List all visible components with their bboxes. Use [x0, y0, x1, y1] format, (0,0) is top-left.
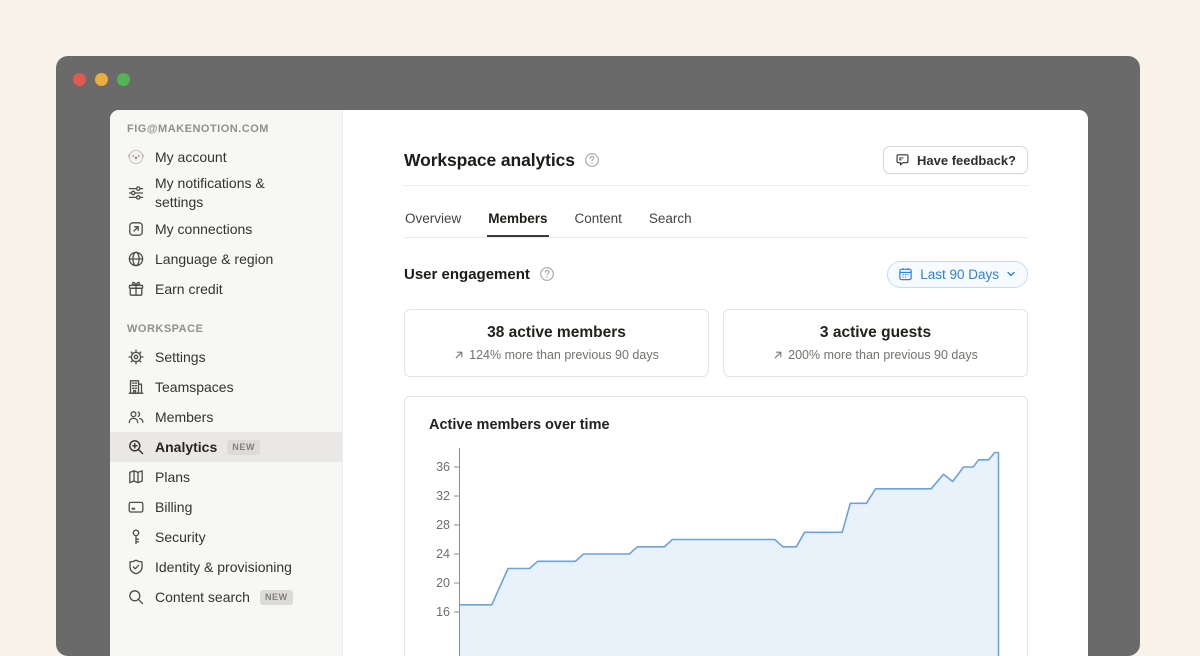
- sidebar-item-analytics[interactable]: Analytics NEW: [110, 432, 342, 462]
- stat-delta: 200% more than previous 90 days: [773, 348, 978, 362]
- sidebar-item-label: Plans: [155, 468, 190, 487]
- have-feedback-button[interactable]: Have feedback?: [883, 146, 1028, 174]
- shield-check-icon: [127, 558, 145, 576]
- koala-avatar-icon: [127, 148, 145, 166]
- tab-content[interactable]: Content: [574, 200, 623, 237]
- arrow-up-right-box-icon: [127, 220, 145, 238]
- sidebar-item-plans[interactable]: Plans: [110, 462, 342, 492]
- section-title: User engagement: [404, 266, 530, 283]
- stat-value: 38 active members: [487, 324, 626, 342]
- stat-delta-text: 200% more than previous 90 days: [788, 348, 978, 362]
- sidebar-item-earn-credit[interactable]: Earn credit: [110, 274, 342, 304]
- workspace-section-header: WORKSPACE: [110, 322, 342, 342]
- tab-search[interactable]: Search: [648, 200, 693, 237]
- analytics-main: Workspace analytics Have feedback? Overv…: [343, 110, 1088, 656]
- sidebar-item-label: My account: [155, 148, 227, 167]
- account-email-header: FIG@MAKENOTION.COM: [110, 122, 342, 142]
- date-range-label: Last 90 Days: [920, 267, 999, 282]
- sidebar-item-content-search[interactable]: Content search NEW: [110, 582, 342, 612]
- stat-delta: 124% more than previous 90 days: [454, 348, 659, 362]
- svg-text:36: 36: [436, 460, 450, 474]
- building-icon: [127, 378, 145, 396]
- svg-text:16: 16: [436, 605, 450, 619]
- gift-icon: [127, 280, 145, 298]
- window-minimize-button[interactable]: [95, 73, 108, 86]
- magnifier-plus-icon: [127, 438, 145, 456]
- help-icon[interactable]: [584, 152, 600, 168]
- sidebar-item-label: Identity & provisioning: [155, 558, 292, 577]
- magnifier-icon: [127, 588, 145, 606]
- stat-card-38-active-members: 38 active members 124% more than previous…: [404, 309, 709, 377]
- tab-members[interactable]: Members: [487, 200, 548, 237]
- sidebar-item-language-region[interactable]: Language & region: [110, 244, 342, 274]
- key-icon: [127, 528, 145, 546]
- sidebar-item-identity-provisioning[interactable]: Identity & provisioning: [110, 552, 342, 582]
- workspace-nav: Settings Teamspaces Members Analytics NEW Pla…: [110, 342, 342, 612]
- date-range-button[interactable]: Last 90 Days: [887, 261, 1028, 288]
- sidebar-item-settings[interactable]: Settings: [110, 342, 342, 372]
- user-engagement-header: User engagement Last 90 Days: [404, 260, 1028, 288]
- account-nav: My account My notifications & settings My …: [110, 142, 342, 304]
- sidebar-item-security[interactable]: Security: [110, 522, 342, 552]
- stat-card-3-active-guests: 3 active guests 200% more than previous 9…: [723, 309, 1028, 377]
- arrow-up-right-icon: [773, 350, 783, 360]
- sidebar-item-label: Content search: [155, 588, 250, 607]
- svg-text:28: 28: [436, 518, 450, 532]
- people-icon: [127, 408, 145, 426]
- sidebar-item-label: Billing: [155, 498, 192, 517]
- sliders-icon: [127, 184, 145, 202]
- sidebar-item-label: Members: [155, 408, 213, 427]
- header-divider: [404, 185, 1028, 186]
- macos-window-frame: FIG@MAKENOTION.COM My account My notifica…: [56, 56, 1140, 656]
- sidebar-item-teamspaces[interactable]: Teamspaces: [110, 372, 342, 402]
- chart-title: Active members over time: [429, 417, 610, 433]
- stat-value: 3 active guests: [820, 324, 931, 342]
- stat-delta-text: 124% more than previous 90 days: [469, 348, 659, 362]
- globe-icon: [127, 250, 145, 268]
- notion-settings-window: FIG@MAKENOTION.COM My account My notifica…: [110, 110, 1088, 656]
- sidebar-item-label: Teamspaces: [155, 378, 234, 397]
- new-badge: NEW: [260, 590, 293, 605]
- sidebar-item-label: My notifications & settings: [155, 174, 315, 212]
- sidebar-item-billing[interactable]: Billing: [110, 492, 342, 522]
- credit-card-icon: [127, 498, 145, 516]
- engagement-stat-cards: 38 active members 124% more than previous…: [404, 309, 1028, 377]
- map-icon: [127, 468, 145, 486]
- analytics-tabs: Overview Members Content Search: [404, 200, 1028, 238]
- page-header: Workspace analytics Have feedback?: [404, 146, 1028, 174]
- sidebar-item-members[interactable]: Members: [110, 402, 342, 432]
- sidebar-item-label: Settings: [155, 348, 206, 367]
- chevron-down-icon: [1006, 269, 1016, 279]
- new-badge: NEW: [227, 440, 260, 455]
- sidebar-item-label: My connections: [155, 220, 252, 239]
- help-icon[interactable]: [539, 266, 555, 282]
- speech-bubble-icon: [895, 153, 910, 168]
- sidebar-item-label: Analytics: [155, 438, 217, 457]
- sidebar-item-label: Earn credit: [155, 280, 223, 299]
- window-controls: [73, 73, 130, 86]
- have-feedback-label: Have feedback?: [917, 153, 1016, 168]
- sidebar-item-my-connections[interactable]: My connections: [110, 214, 342, 244]
- sidebar-item-label: Language & region: [155, 250, 273, 269]
- svg-text:32: 32: [436, 489, 450, 503]
- svg-text:20: 20: [436, 576, 450, 590]
- sidebar-item-my-account[interactable]: My account: [110, 142, 342, 172]
- page-title: Workspace analytics: [404, 150, 575, 171]
- active-members-chart: 16 20 24 28 32 36: [417, 433, 1017, 656]
- gear-icon: [127, 348, 145, 366]
- svg-text:24: 24: [436, 547, 450, 561]
- window-zoom-button[interactable]: [117, 73, 130, 86]
- window-close-button[interactable]: [73, 73, 86, 86]
- sidebar-item-my-notifications-settings[interactable]: My notifications & settings: [110, 172, 342, 214]
- arrow-up-right-icon: [454, 350, 464, 360]
- sidebar-item-label: Security: [155, 528, 206, 547]
- tab-overview[interactable]: Overview: [404, 200, 462, 237]
- chart-card: Active members over time 16 20 24 28 32 36: [404, 396, 1028, 656]
- settings-sidebar: FIG@MAKENOTION.COM My account My notifica…: [110, 110, 343, 656]
- calendar-icon: [898, 267, 913, 282]
